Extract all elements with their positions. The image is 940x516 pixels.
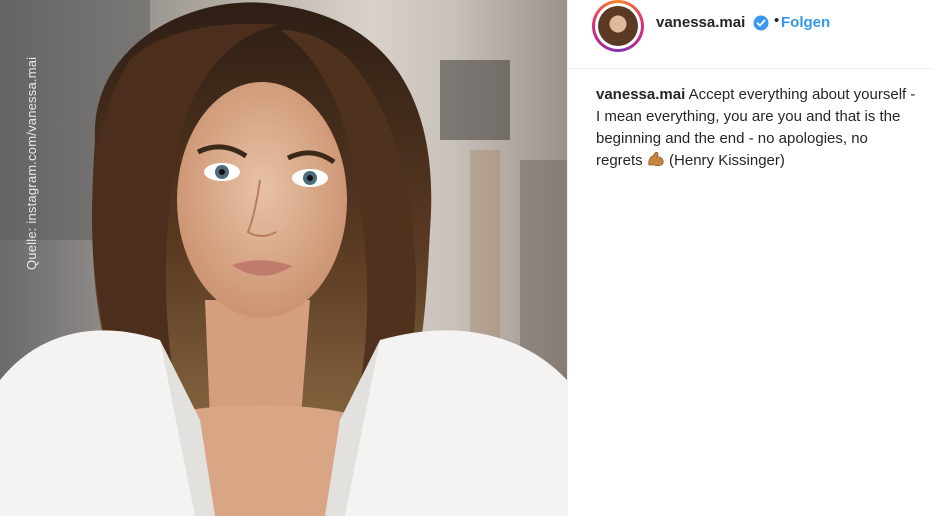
caption-username-link[interactable]: vanessa.mai: [596, 86, 685, 103]
avatar-image: [598, 6, 638, 46]
follow-button[interactable]: Folgen: [781, 14, 830, 31]
post-photo[interactable]: Quelle: instagram.com/vanessa.mai: [0, 0, 567, 516]
post-header: vanessa.mai • Folgen: [568, 0, 940, 64]
username-link[interactable]: vanessa.mai: [656, 14, 745, 31]
avatar[interactable]: [592, 0, 644, 52]
separator-dot: •: [774, 12, 780, 29]
flexed-biceps-icon: [648, 151, 664, 166]
header-divider: [568, 68, 933, 69]
pane-divider: [567, 0, 568, 516]
caption-attribution: (Henry Kissinger): [669, 152, 785, 169]
portrait-illustration: [0, 0, 567, 516]
post-caption: vanessa.mai Accept everything about your…: [596, 84, 916, 172]
verified-badge-icon: [753, 15, 769, 31]
source-watermark: Quelle: instagram.com/vanessa.mai: [24, 56, 39, 270]
